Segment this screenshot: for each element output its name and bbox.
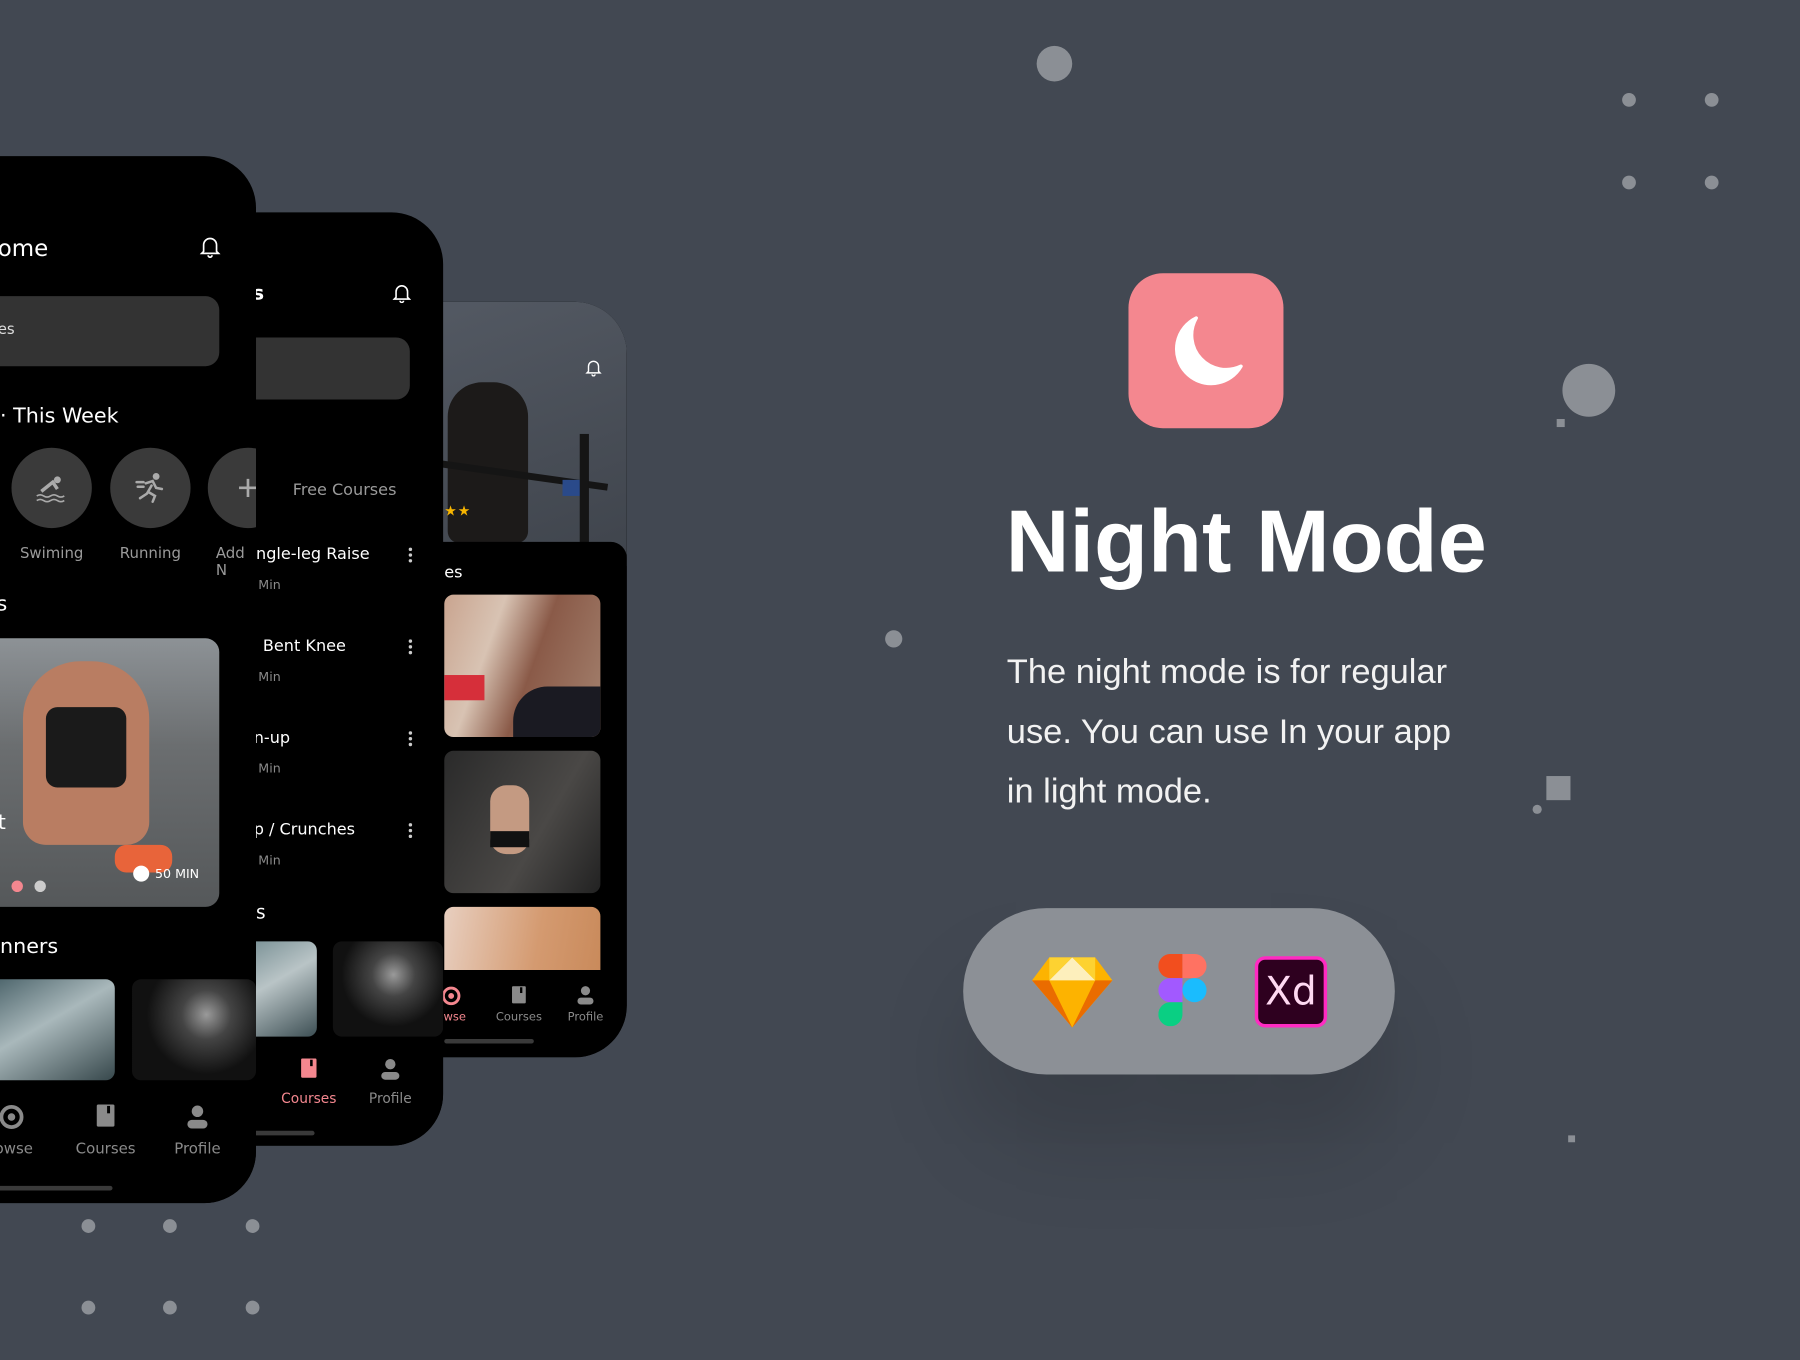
xd-logo-text: Xd: [1265, 968, 1317, 1015]
decor-dot: [1704, 92, 1719, 107]
decor-dot: [1036, 45, 1073, 82]
decor-square: [1568, 1135, 1576, 1143]
bell-icon[interactable]: [585, 358, 602, 377]
hero-description: The night mode is for regular use. You c…: [1007, 643, 1451, 822]
decor-dot: [81, 1219, 96, 1233]
activity-swimming[interactable]: [11, 447, 92, 529]
more-options-icon[interactable]: [408, 821, 414, 841]
profile-icon[interactable]: [576, 985, 594, 1006]
nav-courses[interactable]: Courses: [496, 1011, 542, 1024]
decor-dot: [885, 630, 903, 648]
profile-icon[interactable]: [380, 1057, 401, 1081]
more-options-icon[interactable]: [408, 729, 414, 749]
description-line: in light mode.: [1006, 772, 1212, 811]
decor-square: [1556, 419, 1565, 428]
plus-icon: +: [237, 467, 256, 509]
bell-icon[interactable]: [199, 234, 221, 259]
section-title: nners: [0, 934, 59, 959]
book-icon[interactable]: [511, 986, 527, 1006]
home-indicator: [0, 1185, 113, 1191]
decor-dot: [1622, 92, 1636, 107]
decor-dot: [1622, 175, 1636, 190]
course-image[interactable]: [444, 594, 601, 738]
course-image[interactable]: [132, 979, 257, 1081]
course-image[interactable]: [444, 750, 601, 894]
nav-courses[interactable]: Courses: [281, 1091, 336, 1107]
course-image[interactable]: [0, 979, 115, 1081]
nav-profile[interactable]: Profile: [369, 1091, 412, 1107]
course-image[interactable]: [444, 906, 601, 971]
browse-icon[interactable]: [0, 1104, 24, 1129]
decor-dot: [163, 1219, 177, 1233]
moon-icon: [1174, 316, 1243, 386]
bell-icon[interactable]: [392, 282, 411, 304]
featured-card[interactable]: t 50 MIN: [0, 638, 220, 907]
carousel-dot-active[interactable]: [11, 880, 23, 892]
course-image[interactable]: [332, 941, 444, 1037]
decor-square: [1546, 776, 1571, 801]
description-line: The night mode is for regular: [1006, 653, 1448, 692]
activity-add[interactable]: +: [207, 447, 257, 529]
nav-profile[interactable]: Profile: [568, 1011, 604, 1024]
presentation-canvas: ★★ es owse Courses Profile s Free Course…: [0, 0, 1800, 1360]
decor-dot: [1562, 363, 1616, 417]
rating-stars: ★★: [444, 502, 472, 519]
description-line: use. You can use In your app: [1006, 712, 1452, 751]
exercise-meta: Min: [258, 761, 281, 777]
swimming-icon: [36, 476, 65, 503]
tools-pill: Xd: [963, 908, 1395, 1075]
browse-icon[interactable]: [441, 986, 461, 1006]
section-this-week: This Week: [13, 404, 119, 429]
page-title: ome: [0, 234, 49, 262]
nav-profile[interactable]: Profile: [174, 1141, 220, 1158]
more-options-icon[interactable]: [408, 545, 414, 565]
card-title: t: [0, 810, 6, 834]
search-text: es: [0, 321, 15, 339]
decor-dot: [245, 1219, 260, 1233]
clock-icon: [133, 865, 150, 882]
section-title: es: [444, 563, 463, 583]
profile-icon[interactable]: [186, 1103, 209, 1131]
decor-dot: [1704, 175, 1719, 190]
nav-browse[interactable]: owse: [0, 1141, 33, 1158]
section-title: s: [0, 592, 7, 616]
exercise-meta: Min: [258, 577, 281, 593]
activity-label: Swiming: [19, 545, 84, 563]
activity-label: Add N: [215, 545, 245, 580]
exercise-meta: Min: [258, 669, 281, 685]
exercise-meta: Min: [258, 852, 281, 868]
decor-dot: [245, 1300, 260, 1315]
decor-dot: [163, 1300, 177, 1315]
decor-dot: [81, 1300, 96, 1315]
nav-courses[interactable]: Courses: [76, 1141, 136, 1158]
adobe-xd-icon: Xd: [1254, 956, 1328, 1028]
exercise-name[interactable]: p / Crunches: [254, 821, 355, 839]
sketch-icon: [1032, 957, 1113, 1028]
section-title: s: [256, 901, 266, 923]
exercise-name[interactable]: ngle-leg Raise: [256, 545, 370, 563]
phone-home-screen: ome es · This Week + Swiming Running Add…: [0, 156, 257, 1204]
page-title: Night Mode: [1005, 492, 1487, 592]
section-title: · This Week: [0, 404, 119, 429]
search-input[interactable]: es: [0, 296, 220, 367]
home-indicator: [444, 1038, 534, 1044]
exercise-name[interactable]: n-up: [254, 729, 290, 747]
figma-icon: [1158, 953, 1207, 1027]
carousel-dot[interactable]: [34, 880, 46, 892]
exercise-name[interactable]: Bent Knee: [263, 637, 346, 655]
running-icon: [135, 472, 164, 503]
activity-label: Running: [119, 545, 181, 563]
book-icon[interactable]: [300, 1058, 318, 1080]
card-duration: 50 MIN: [154, 866, 200, 882]
decor-dot: [1532, 804, 1542, 814]
tab-free-courses[interactable]: Free Courses: [293, 481, 397, 499]
book-icon[interactable]: [95, 1104, 116, 1129]
more-options-icon[interactable]: [408, 637, 414, 657]
app-icon-tile: [1128, 273, 1284, 429]
activity-running[interactable]: [110, 447, 191, 529]
